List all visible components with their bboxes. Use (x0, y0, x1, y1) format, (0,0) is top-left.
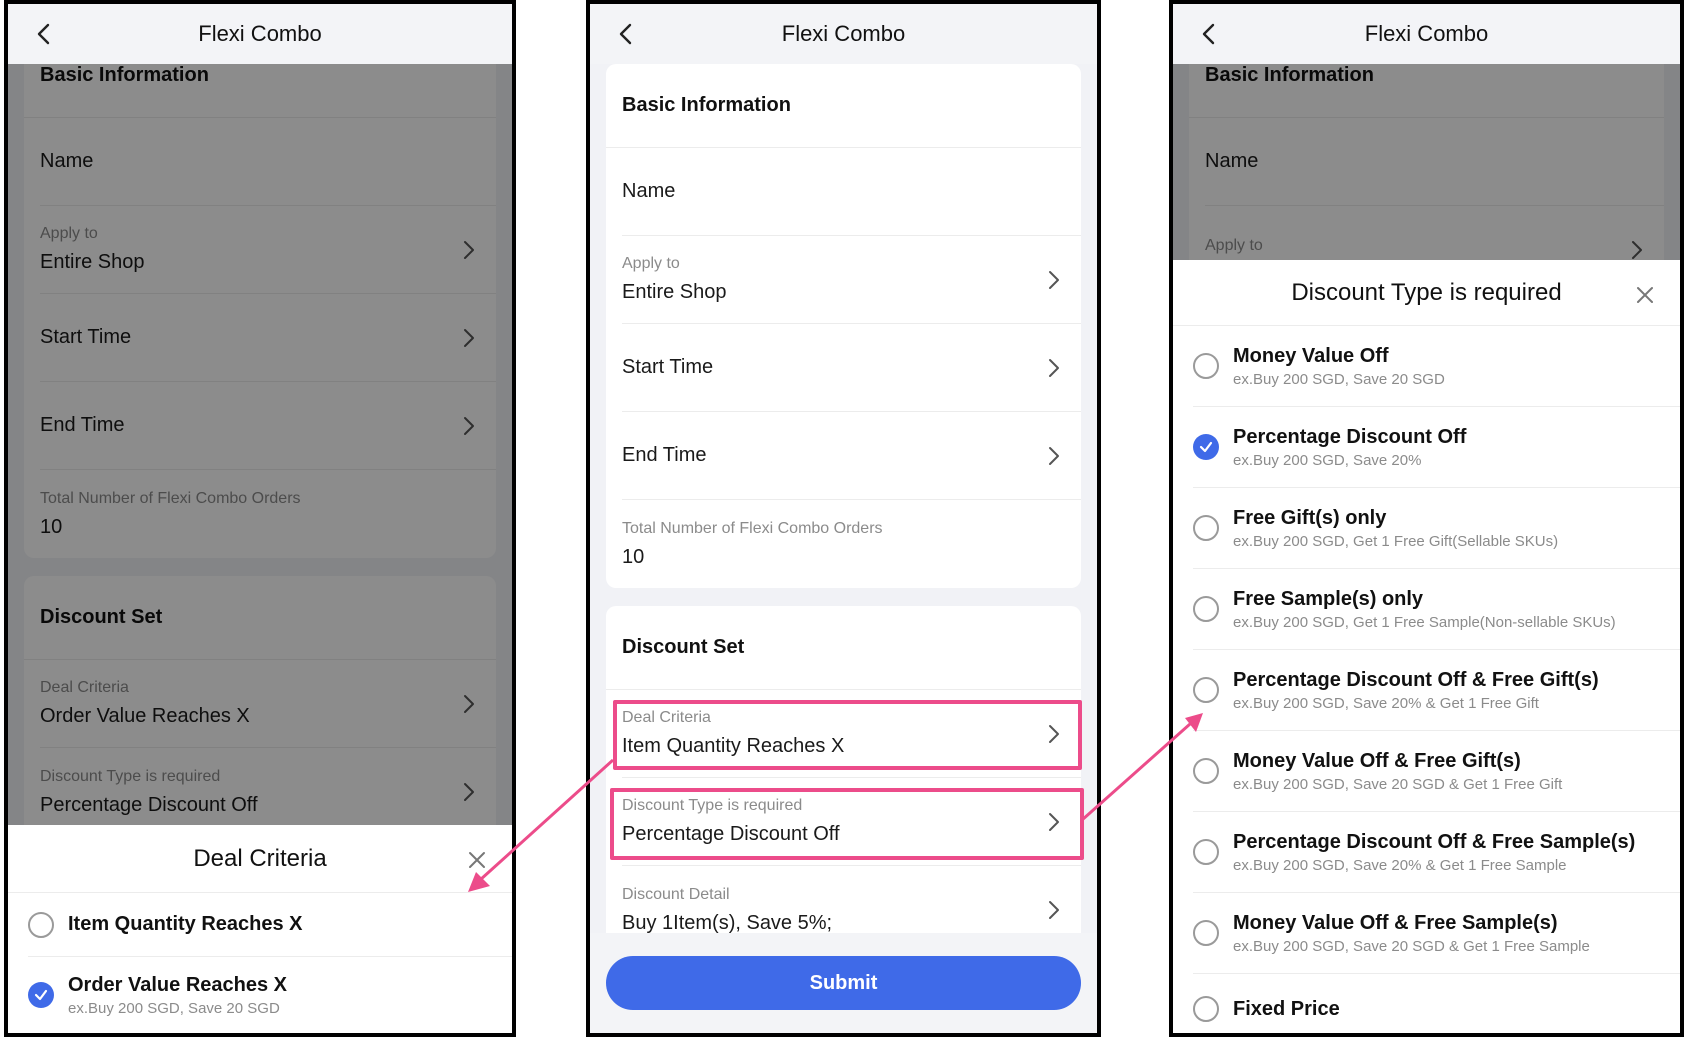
option-money-off-free-samples[interactable]: Money Value Off & Free Sample(s) ex.Buy … (1193, 893, 1680, 974)
option-name: Item Quantity Reaches X (68, 913, 303, 935)
option-money-value-off[interactable]: Money Value Off ex.Buy 200 SGD, Save 20 … (1193, 326, 1680, 407)
option-example: ex.Buy 200 SGD, Get 1 Free Gift(Sellable… (1233, 532, 1559, 550)
option-name: Percentage Discount Off & Free Gift(s) (1233, 668, 1599, 691)
option-name: Money Value Off (1233, 344, 1389, 367)
option-example: ex.Buy 200 SGD, Save 20 SGD (1233, 370, 1445, 388)
option-example: ex.Buy 200 SGD, Save 20% & Get 1 Free Gi… (1233, 694, 1539, 712)
apply-to-label: Apply to (622, 255, 680, 272)
check-icon (1199, 441, 1213, 453)
option-example: ex.Buy 200 SGD, Save 20 SGD & Get 1 Free… (1233, 775, 1563, 793)
nav-bar: Flexi Combo (8, 4, 512, 64)
apply-to-value: Entire Shop (622, 281, 727, 303)
option-example: ex.Buy 200 SGD, Save 20 SGD (68, 999, 280, 1017)
sheet-header: Discount Type is required (1173, 260, 1680, 326)
option-percentage-off-free-samples[interactable]: Percentage Discount Off & Free Sample(s)… (1193, 812, 1680, 893)
radio-unchecked[interactable] (1193, 677, 1219, 703)
option-example: ex.Buy 200 SGD, Save 20 SGD & Get 1 Free… (1233, 937, 1590, 955)
nav-bar: Flexi Combo (590, 4, 1097, 64)
total-orders-value: 10 (622, 545, 645, 568)
option-name: Money Value Off & Free Sample(s) (1233, 911, 1558, 934)
basic-information-card: Basic Information Name Apply to Entire S… (606, 64, 1081, 588)
submit-button[interactable]: Submit (606, 956, 1081, 1010)
submit-bar: Submit (590, 933, 1097, 1033)
option-example: ex.Buy 200 SGD, Save 20% (1233, 451, 1422, 469)
radio-unchecked[interactable] (1193, 596, 1219, 622)
option-percentage-off-free-gifts[interactable]: Percentage Discount Off & Free Gift(s) e… (1193, 650, 1680, 731)
deal-criteria-field[interactable]: Deal Criteria Item Quantity Reaches X (622, 690, 1081, 778)
start-time-label: Start Time (622, 356, 714, 378)
radio-unchecked[interactable] (28, 911, 54, 938)
radio-checked[interactable] (1193, 434, 1219, 460)
screen-discount-type-sheet: Flexi Combo Basic Information Name Apply… (1169, 0, 1684, 1037)
discount-type-value: Percentage Discount Off (622, 823, 840, 845)
end-time-label: End Time (622, 444, 707, 466)
discount-type-sheet: Discount Type is required Money Value Of… (1173, 260, 1680, 1033)
check-icon (34, 989, 48, 1001)
option-fixed-price[interactable]: Fixed Price (1193, 974, 1680, 1033)
chevron-right-icon (1049, 901, 1059, 919)
discount-type-field[interactable]: Discount Type is required Percentage Dis… (622, 778, 1081, 866)
radio-unchecked[interactable] (1193, 758, 1219, 784)
discount-set-card: Discount Set Deal Criteria Item Quantity… (606, 606, 1081, 954)
option-name: Fixed Price (1233, 997, 1340, 1020)
sheet-title: Discount Type is required (1291, 278, 1562, 306)
page-title: Flexi Combo (1364, 21, 1489, 46)
option-name: Percentage Discount Off & Free Sample(s) (1233, 830, 1636, 853)
close-icon[interactable] (1636, 286, 1654, 304)
discount-detail-value: Buy 1Item(s), Save 5%; (622, 911, 833, 934)
back-arrow-icon[interactable] (612, 20, 640, 48)
close-icon[interactable] (468, 851, 486, 869)
sheet-title: Deal Criteria (193, 844, 327, 872)
nav-bar: Flexi Combo (1173, 4, 1680, 64)
option-order-value[interactable]: Order Value Reaches X ex.Buy 200 SGD, Sa… (28, 957, 512, 1033)
name-label: Name (622, 180, 676, 202)
chevron-right-icon (1049, 446, 1059, 465)
deal-criteria-value: Item Quantity Reaches X (622, 735, 845, 757)
option-example: ex.Buy 200 SGD, Save 20% & Get 1 Free Sa… (1233, 856, 1567, 874)
option-money-off-free-gifts[interactable]: Money Value Off & Free Gift(s) ex.Buy 20… (1193, 731, 1680, 812)
total-orders-field[interactable]: Total Number of Flexi Combo Orders 10 (622, 500, 1081, 588)
option-percentage-discount-off[interactable]: Percentage Discount Off ex.Buy 200 SGD, … (1193, 407, 1680, 488)
name-field[interactable]: Name (622, 148, 1081, 236)
chevron-right-icon (1049, 358, 1059, 377)
option-name: Percentage Discount Off (1233, 425, 1467, 448)
radio-checked[interactable] (28, 982, 54, 1008)
end-time-field[interactable]: End Time (622, 412, 1081, 500)
section-title-basic: Basic Information (606, 64, 1081, 148)
option-item-quantity[interactable]: Item Quantity Reaches X (28, 893, 512, 957)
screen-flexi-combo-form: Flexi Combo Basic Information Name Apply… (586, 0, 1101, 1037)
discount-detail-label: Discount Detail (622, 885, 730, 903)
discount-type-label: Discount Type is required (622, 797, 803, 814)
start-time-field[interactable]: Start Time (622, 324, 1081, 412)
apply-to-field[interactable]: Apply to Entire Shop (622, 236, 1081, 324)
radio-unchecked[interactable] (1193, 920, 1219, 946)
option-name: Free Sample(s) only (1233, 587, 1424, 610)
page-title: Flexi Combo (198, 21, 322, 46)
chevron-right-icon (1049, 270, 1059, 289)
chevron-right-icon (1049, 724, 1059, 743)
radio-unchecked[interactable] (1193, 839, 1219, 865)
sheet-header: Deal Criteria (8, 825, 512, 893)
page-title: Flexi Combo (781, 21, 906, 46)
option-free-gifts-only[interactable]: Free Gift(s) only ex.Buy 200 SGD, Get 1 … (1193, 488, 1680, 569)
total-orders-label: Total Number of Flexi Combo Orders (622, 519, 883, 537)
option-name: Free Gift(s) only (1233, 506, 1387, 529)
radio-unchecked[interactable] (1193, 353, 1219, 379)
back-arrow-icon[interactable] (1195, 20, 1223, 48)
back-arrow-icon[interactable] (30, 20, 58, 48)
radio-unchecked[interactable] (1193, 996, 1219, 1022)
option-name: Order Value Reaches X (68, 973, 288, 996)
option-name: Money Value Off & Free Gift(s) (1233, 749, 1521, 772)
screen-deal-criteria-sheet: Flexi Combo Basic Information Name Apply… (4, 0, 516, 1037)
radio-unchecked[interactable] (1193, 515, 1219, 541)
section-title-discount: Discount Set (606, 606, 1081, 690)
chevron-right-icon (1049, 812, 1059, 831)
deal-criteria-sheet: Deal Criteria Item Quantity Reaches X Or… (8, 825, 512, 1033)
option-free-samples-only[interactable]: Free Sample(s) only ex.Buy 200 SGD, Get … (1193, 569, 1680, 650)
option-example: ex.Buy 200 SGD, Get 1 Free Sample(Non-se… (1233, 613, 1616, 631)
deal-criteria-label: Deal Criteria (622, 709, 711, 726)
